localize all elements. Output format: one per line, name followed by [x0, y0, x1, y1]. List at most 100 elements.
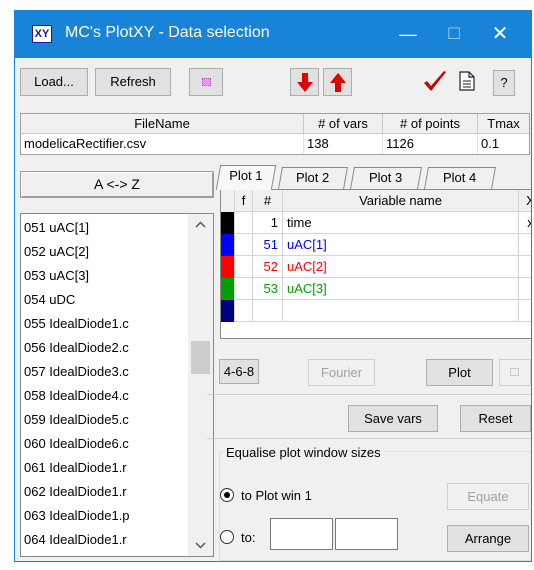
filename-cell: modelicaRectifier.csv [21, 134, 304, 154]
list-item[interactable]: 061 IdealDiode1.r [24, 460, 127, 480]
refresh-button[interactable]: Refresh [95, 68, 171, 96]
series-color-swatch[interactable] [221, 234, 235, 256]
equate-button[interactable]: Equate [447, 483, 529, 510]
list-item[interactable]: 053 uAC[3] [24, 268, 89, 288]
help-button[interactable]: ? [493, 70, 515, 96]
x-axis-marker-cell[interactable]: x [519, 212, 531, 234]
tab-plot-1-label: Plot 1 [229, 168, 263, 183]
list-item[interactable]: 058 IdealDiode4.c [24, 388, 129, 408]
to-size-label[interactable]: to: [241, 530, 255, 545]
x-axis-marker-cell[interactable] [519, 234, 531, 256]
confirm-check-button[interactable] [421, 69, 449, 97]
series-number-cell: 52 [253, 256, 283, 278]
series-name-cell: time [283, 212, 519, 234]
series-color-swatch[interactable] [221, 256, 235, 278]
document-icon [459, 71, 475, 91]
minimize-button[interactable]: — [385, 11, 431, 58]
color-header: f [235, 190, 253, 212]
tab-plot-4[interactable]: Plot 4 [424, 167, 496, 189]
list-scrollbar[interactable] [188, 214, 213, 556]
close-button[interactable]: ✕ [477, 11, 523, 58]
tmax-cell: 0.1 [481, 136, 500, 151]
scrollbar-thumb[interactable] [191, 341, 210, 374]
tab-plot-3[interactable]: Plot 3 [350, 167, 422, 189]
scroll-up-icon[interactable] [195, 221, 206, 228]
tab-plot-3-label: Plot 3 [369, 170, 403, 185]
series-color-swatch[interactable] [221, 278, 235, 300]
list-item[interactable]: 057 IdealDiode3.c [24, 364, 129, 384]
arrange-button[interactable]: Arrange [447, 525, 529, 552]
four-six-eight-button[interactable]: 4-6-8 [219, 359, 259, 384]
points-count-cell: 1126 [383, 134, 478, 154]
copy-plot-button[interactable] [499, 359, 531, 386]
title-bar[interactable]: XY MC's PlotXY - Data selection — ☐ ✕ [15, 11, 531, 58]
arrow-up-icon [330, 73, 346, 92]
x-axis-marker-cell[interactable] [519, 256, 531, 278]
series-color-swatch[interactable] [221, 212, 235, 234]
data-selection-window: XY MC's PlotXY - Data selection — ☐ ✕ Lo… [14, 10, 532, 562]
plot-button[interactable]: Plot [426, 359, 493, 386]
list-item[interactable]: 051 uAC[1] [24, 220, 89, 240]
load-button[interactable]: Load... [20, 68, 88, 96]
list-item[interactable]: 060 IdealDiode6.c [24, 436, 129, 456]
series-name-cell [283, 300, 519, 322]
tab-plot-1[interactable]: Plot 1 [215, 165, 277, 190]
to-size-radio[interactable] [220, 530, 234, 544]
list-item[interactable]: 059 IdealDiode5.c [24, 412, 129, 432]
plot-table-row[interactable] [221, 300, 531, 322]
maximize-button[interactable]: ☐ [431, 11, 477, 58]
app-icon: XY [32, 25, 52, 43]
filename-header[interactable]: FileName [21, 114, 304, 134]
list-item[interactable]: 055 IdealDiode1.c [24, 316, 129, 336]
file-grid: FileName # of vars # of points Tmax mode… [20, 113, 530, 155]
series-flag-cell [235, 278, 253, 300]
plot-table-row[interactable]: 53 uAC[3] [221, 278, 531, 300]
series-name-cell: uAC[3] [283, 278, 519, 300]
grid-pink-icon [202, 78, 211, 86]
list-item[interactable]: 064 IdealDiode1.r [24, 532, 127, 552]
tab-plot-2[interactable]: Plot 2 [278, 167, 348, 189]
file-grid-header: FileName # of vars # of points Tmax [21, 114, 529, 134]
arrow-down-icon [297, 73, 313, 92]
list-item[interactable]: 054 uDC [24, 292, 75, 312]
checkmark-icon [424, 71, 446, 91]
height-input[interactable] [335, 518, 398, 550]
move-up-button[interactable] [323, 68, 352, 96]
vars-count-header[interactable]: # of vars [304, 114, 383, 134]
equalise-group-title: Equalise plot window sizes [223, 445, 384, 460]
fourier-button[interactable]: Fourier [308, 359, 375, 386]
document-button[interactable] [459, 71, 481, 95]
save-vars-button[interactable]: Save vars [348, 405, 438, 432]
move-down-button[interactable] [290, 68, 319, 96]
tab-plot-4-label: Plot 4 [443, 170, 477, 185]
list-item[interactable]: 056 IdealDiode2.c [24, 340, 129, 360]
series-color-swatch[interactable] [221, 300, 235, 322]
variable-name-header: Variable name [283, 190, 519, 212]
sort-toggle-button[interactable]: A <-> Z [20, 171, 214, 198]
series-name-cell: uAC[1] [283, 234, 519, 256]
file-grid-row[interactable]: modelicaRectifier.csv 138 1126 0.1 [21, 134, 529, 154]
tab-plot-2-label: Plot 2 [296, 170, 330, 185]
reset-button[interactable]: Reset [460, 405, 531, 432]
grid-disabled-icon [510, 368, 519, 376]
to-plot-win-label[interactable]: to Plot win 1 [241, 488, 312, 503]
x-axis-marker-cell[interactable] [519, 278, 531, 300]
variable-list[interactable]: 051 uAC[1] 052 uAC[2] 053 uAC[3] 054 uDC… [20, 213, 214, 557]
width-input[interactable] [270, 518, 333, 550]
x-axis-marker-cell[interactable] [519, 300, 531, 322]
grid-toggle-button[interactable] [189, 68, 223, 96]
vars-count-cell: 138 [304, 134, 383, 154]
scroll-down-icon[interactable] [195, 542, 206, 549]
number-header: # [253, 190, 283, 212]
points-count-header[interactable]: # of points [383, 114, 478, 134]
plot-table-row[interactable]: 1timex [221, 212, 531, 234]
to-plot-win-radio[interactable] [220, 488, 234, 502]
series-number-cell: 53 [253, 278, 283, 300]
divider [207, 394, 531, 395]
plot-table-row[interactable]: 52 uAC[2] [221, 256, 531, 278]
list-item[interactable]: 063 IdealDiode1.p [24, 508, 130, 528]
tmax-header[interactable]: Tmax [478, 114, 529, 134]
list-item[interactable]: 062 IdealDiode1.r [24, 484, 127, 504]
plot-table-row[interactable]: 51 uAC[1] [221, 234, 531, 256]
list-item[interactable]: 052 uAC[2] [24, 244, 89, 264]
